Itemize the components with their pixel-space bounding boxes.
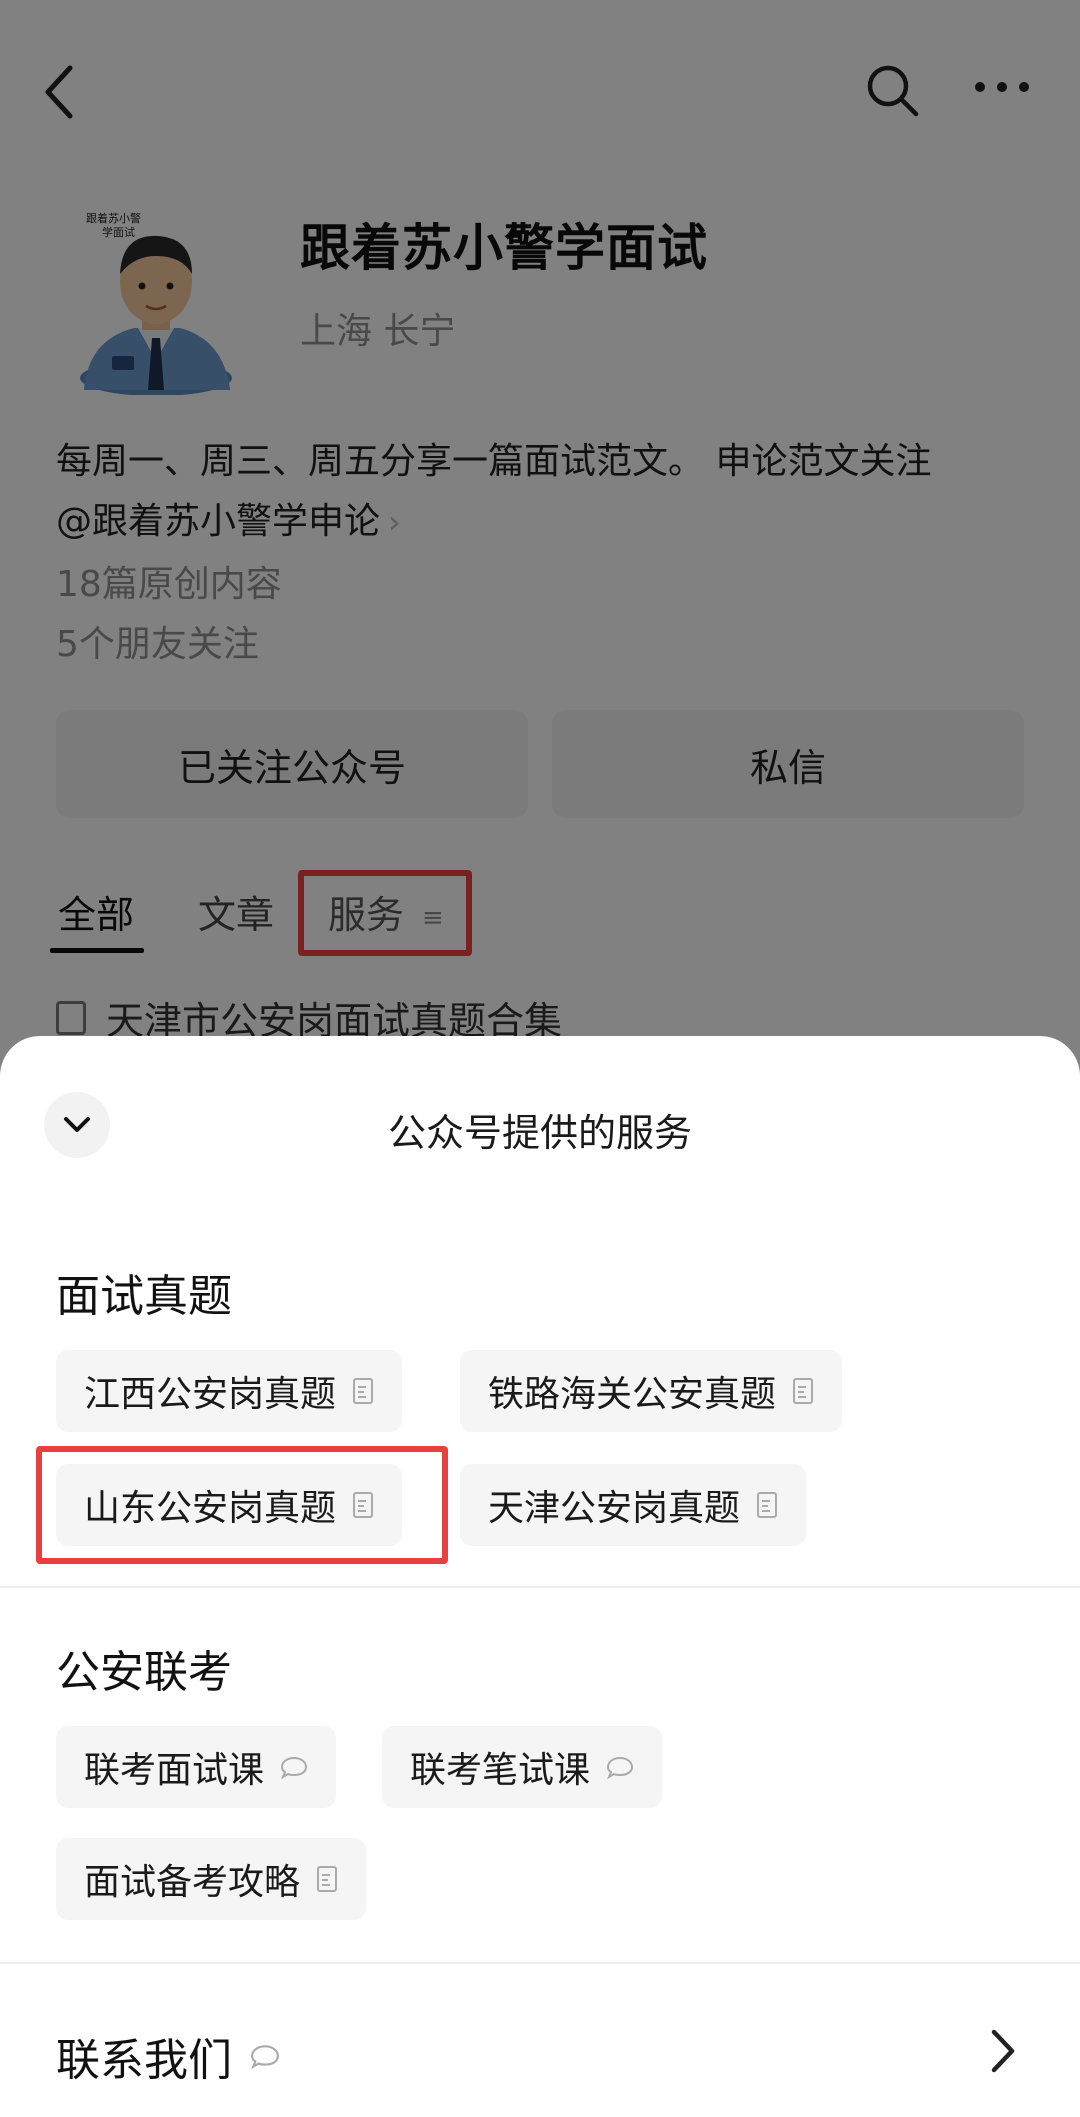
service-item-label: 江西公安岗真题 bbox=[84, 1374, 337, 1415]
doc-icon bbox=[353, 1378, 374, 1404]
service-item-interview-course[interactable]: 联考面试课 bbox=[56, 1726, 337, 1808]
contact-us-row[interactable]: 联系我们 bbox=[56, 2024, 280, 2088]
services-sheet: 公众号提供的服务 面试真题 江西公安岗真题 铁路海关公安真题 山东公安岗真题 天… bbox=[0, 1036, 1080, 2117]
section-title-joint-exam: 公安联考 bbox=[56, 1647, 232, 1698]
service-item-label: 联考笔试课 bbox=[410, 1750, 591, 1791]
highlight-box-shandong bbox=[36, 1446, 448, 1564]
chat-icon bbox=[281, 1756, 308, 1779]
service-item-label: 天津公安岗真题 bbox=[488, 1488, 741, 1529]
chat-icon bbox=[251, 2045, 279, 2069]
chevron-right-icon[interactable] bbox=[988, 2026, 1018, 2076]
service-item-label: 铁路海关公安真题 bbox=[488, 1374, 777, 1415]
service-item-interview-guide[interactable]: 面试备考攻略 bbox=[56, 1838, 367, 1920]
service-item-jiangxi[interactable]: 江西公安岗真题 bbox=[56, 1350, 403, 1432]
service-item-railway-customs[interactable]: 铁路海关公安真题 bbox=[460, 1350, 843, 1432]
doc-icon bbox=[317, 1866, 338, 1892]
doc-icon bbox=[793, 1378, 814, 1404]
service-item-label: 联考面试课 bbox=[84, 1750, 265, 1791]
contact-us-label[interactable]: 联系我们 bbox=[56, 2024, 232, 2088]
sheet-title: 公众号提供的服务 bbox=[387, 1111, 692, 1155]
section-title-interview: 面试真题 bbox=[56, 1271, 232, 1322]
divider bbox=[0, 1962, 1080, 1964]
doc-icon bbox=[757, 1492, 778, 1518]
chat-icon bbox=[607, 1756, 634, 1779]
service-item-written-course[interactable]: 联考笔试课 bbox=[382, 1726, 663, 1808]
service-item-label: 面试备考攻略 bbox=[84, 1862, 301, 1903]
divider bbox=[0, 1586, 1080, 1588]
service-item-tianjin[interactable]: 天津公安岗真题 bbox=[460, 1464, 807, 1546]
